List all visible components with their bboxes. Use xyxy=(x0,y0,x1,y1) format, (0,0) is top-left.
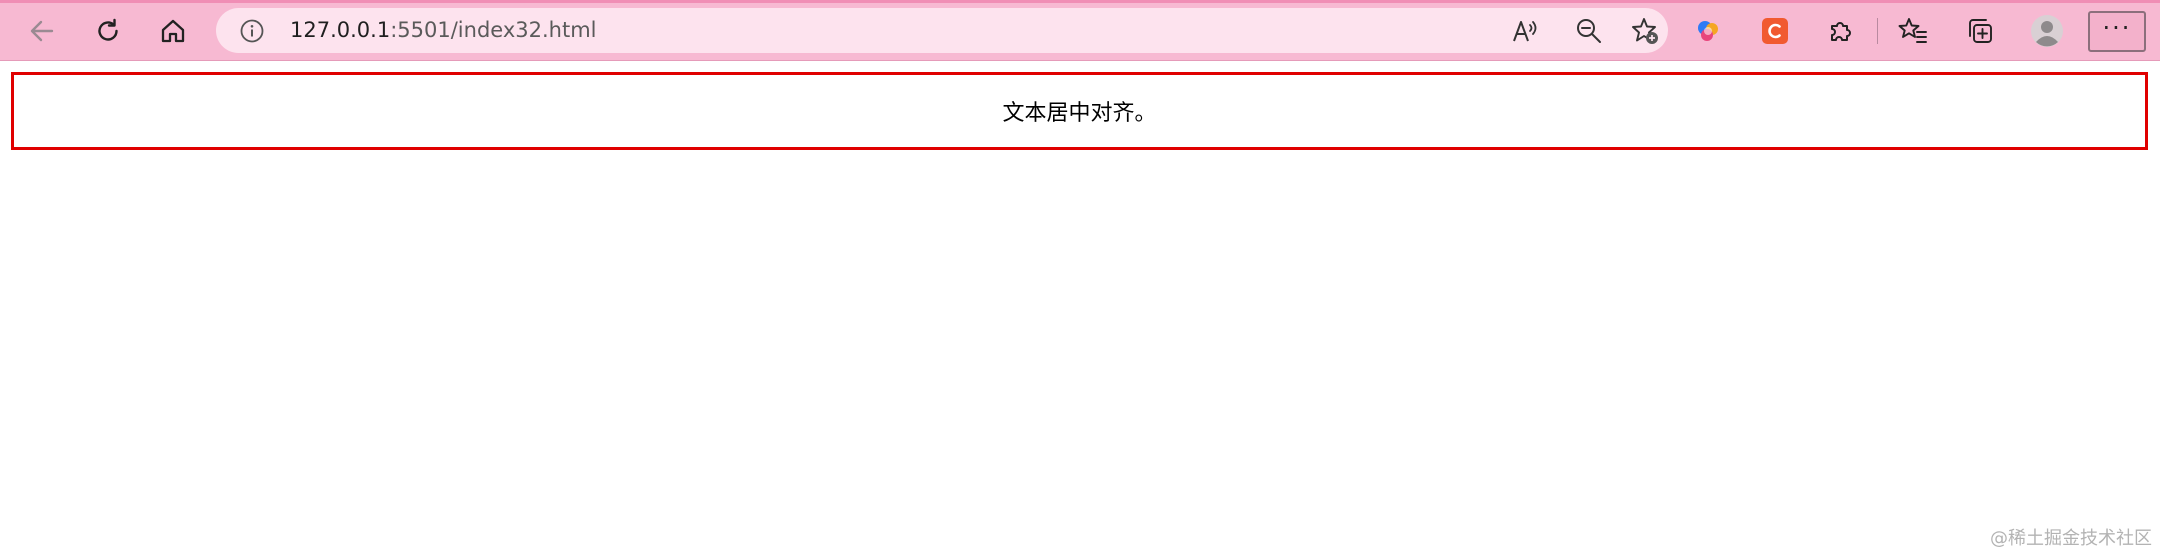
collections-button[interactable] xyxy=(1957,8,2003,54)
home-icon xyxy=(161,19,185,43)
zoom-out-button[interactable] xyxy=(1572,14,1606,48)
extension-copilot-button[interactable] xyxy=(1685,8,1731,54)
favorites-icon xyxy=(1898,18,1927,43)
toolbar-divider xyxy=(1877,18,1878,44)
zoom-out-icon xyxy=(1577,19,1601,43)
url-host: 127.0.0.1 xyxy=(290,18,391,42)
extension-c-button[interactable] xyxy=(1752,8,1798,54)
info-circle-icon xyxy=(240,19,264,43)
refresh-icon xyxy=(98,18,118,41)
back-button[interactable] xyxy=(19,8,65,54)
profile-avatar-icon xyxy=(2031,15,2063,47)
centered-text: 文本居中对齐。 xyxy=(1002,101,1157,126)
extensions-button[interactable] xyxy=(1817,8,1863,54)
centered-text-box: 文本居中对齐。 xyxy=(11,72,2148,150)
refresh-button[interactable] xyxy=(85,8,131,54)
profile-button[interactable] xyxy=(2024,8,2070,54)
star-add-icon xyxy=(1632,18,1658,44)
address-bar[interactable]: 127.0.0.1:5501/index32.html xyxy=(216,8,1668,53)
more-icon: ··· xyxy=(2102,13,2132,42)
site-info-button[interactable] xyxy=(238,17,266,45)
puzzle-icon xyxy=(1831,22,1851,41)
watermark: @稀土掘金技术社区 xyxy=(1990,528,2152,549)
read-aloud-button[interactable] xyxy=(1508,14,1542,48)
copilot-icon xyxy=(1698,21,1718,41)
arrow-left-icon xyxy=(30,20,54,42)
browser-toolbar: 127.0.0.1:5501/index32.html ··· xyxy=(0,0,2160,61)
collections-icon xyxy=(1969,19,1992,43)
add-favorite-button[interactable] xyxy=(1628,14,1662,48)
home-button[interactable] xyxy=(150,8,196,54)
url-text[interactable]: 127.0.0.1:5501/index32.html xyxy=(290,8,596,53)
url-path: :5501/index32.html xyxy=(390,18,597,42)
read-aloud-icon xyxy=(1513,21,1537,42)
more-button[interactable]: ··· xyxy=(2088,11,2146,52)
favorites-button[interactable] xyxy=(1890,8,1936,54)
csdn-c-icon xyxy=(1762,18,1788,44)
